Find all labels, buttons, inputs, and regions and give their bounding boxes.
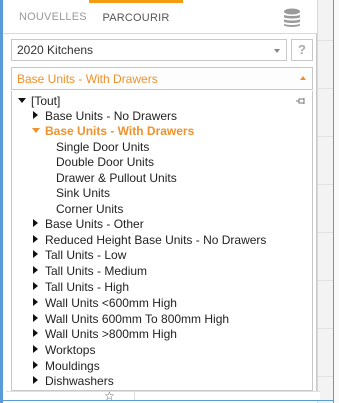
tree-item-label: Drawer & Pullout Units xyxy=(56,171,177,185)
tree-item-label: Double Door Units xyxy=(56,155,155,169)
tree-item[interactable]: Dishwashers xyxy=(32,374,114,389)
bottom-toolbar xyxy=(6,391,320,401)
collapse-arrow-icon[interactable] xyxy=(32,111,41,120)
tree-item-label: Sink Units xyxy=(56,186,111,200)
expand-arrow-icon[interactable] xyxy=(18,96,27,105)
tree-item[interactable]: Tall Units - Medium xyxy=(32,264,147,279)
collapse-arrow-icon[interactable] xyxy=(32,219,41,228)
pin-icon[interactable] xyxy=(296,98,305,107)
tree-item-label: Wall Units >800mm High xyxy=(45,327,177,341)
tree-child-item[interactable]: Corner Units xyxy=(56,202,123,217)
background-grid-strip xyxy=(317,0,334,403)
tree-item[interactable]: Worktops xyxy=(32,343,95,358)
tree-item-label: Reduced Height Base Units - No Drawers xyxy=(45,233,267,247)
tab-browse[interactable]: PARCOURIR xyxy=(89,0,183,34)
collapse-arrow-icon[interactable] xyxy=(32,235,41,244)
help-button[interactable]: ? xyxy=(291,39,313,61)
collapse-arrow-icon[interactable] xyxy=(32,314,41,323)
tree-item[interactable]: Tall Units - High xyxy=(32,280,129,295)
tree-item-label: Tall Units - Low xyxy=(45,248,127,262)
collapse-arrow-icon[interactable] xyxy=(32,345,41,354)
tree-item-label: Base Units - With Drawers xyxy=(45,124,195,138)
catalog-dropdown[interactable]: 2020 Kitchens xyxy=(11,39,287,61)
collapse-arrow-icon[interactable] xyxy=(32,266,41,275)
tree-item-label: Base Units - Other xyxy=(45,217,144,231)
category-tree: [Tout] Base Units - No Drawers Base Unit… xyxy=(11,91,313,391)
expand-arrow-icon[interactable] xyxy=(32,126,41,135)
collapse-arrow-icon[interactable] xyxy=(32,329,41,338)
tree-child-item[interactable]: Double Door Units xyxy=(56,155,154,170)
background-edge xyxy=(334,0,339,403)
tree-item-label: Worktops xyxy=(45,343,96,357)
tree-item-selected[interactable]: Base Units - With Drawers xyxy=(32,124,194,139)
tree-item-label: Mouldings xyxy=(45,359,100,373)
tree-root[interactable]: [Tout] xyxy=(18,94,60,109)
tree-item[interactable]: Base Units - Other xyxy=(32,217,144,232)
chevron-down-icon xyxy=(274,49,280,53)
tree-item-label: Tall Units - Medium xyxy=(45,264,148,278)
tab-new[interactable]: NOUVELLES xyxy=(19,0,87,34)
category-dropdown-value: Base Units - With Drawers xyxy=(17,72,158,86)
tree-item[interactable]: Wall Units <600mm High xyxy=(32,296,177,311)
collapse-arrow-icon[interactable] xyxy=(32,250,41,259)
tree-item[interactable]: Base Units - No Drawers xyxy=(32,109,177,124)
catalog-browser-panel: NOUVELLES PARCOURIR 2020 Kitchens ? Base… xyxy=(3,0,320,401)
tree-item-label: Wall Units <600mm High xyxy=(45,296,177,310)
tree-child-item[interactable]: Single Door Units xyxy=(56,140,149,155)
collapse-arrow-icon[interactable] xyxy=(32,376,41,385)
catalog-dropdown-value: 2020 Kitchens xyxy=(17,43,94,57)
category-dropdown[interactable]: Base Units - With Drawers xyxy=(11,67,313,90)
tree-item-label: Base Units - No Drawers xyxy=(45,109,178,123)
tree-item[interactable]: Wall Units 600mm To 800mm High xyxy=(32,312,229,327)
collapse-arrow-icon[interactable] xyxy=(32,361,41,370)
tree-item[interactable]: Wall Units >800mm High xyxy=(32,327,177,342)
collapse-arrow-icon[interactable] xyxy=(32,298,41,307)
tree-child-item[interactable]: Drawer & Pullout Units xyxy=(56,171,177,186)
database-icon[interactable] xyxy=(283,8,301,28)
tree-item-label: Tall Units - High xyxy=(45,280,130,294)
collapse-arrow-icon[interactable] xyxy=(32,282,41,291)
tree-item[interactable]: Mouldings xyxy=(32,359,100,374)
tree-item[interactable]: Tall Units - Low xyxy=(32,248,126,263)
tree-item-label: Wall Units 600mm To 800mm High xyxy=(45,312,230,326)
chevron-up-icon xyxy=(300,76,306,80)
tree-item-label: Single Door Units xyxy=(56,140,150,154)
tab-bar: NOUVELLES PARCOURIR xyxy=(3,0,317,34)
tree-item[interactable]: Reduced Height Base Units - No Drawers xyxy=(32,233,266,248)
window-frame-bottom xyxy=(0,400,334,401)
tree-child-item[interactable]: Sink Units xyxy=(56,186,110,201)
tree-item-label: Dishwashers xyxy=(45,374,114,388)
tree-root-label: [Tout] xyxy=(31,94,61,108)
tree-item-label: Corner Units xyxy=(56,202,124,216)
